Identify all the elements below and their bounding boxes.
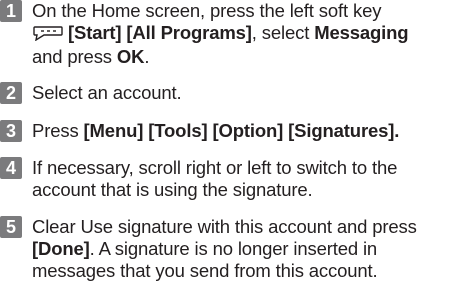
step-1-text-e: and press bbox=[32, 46, 117, 67]
step-4-text-b: account that is using the signature. bbox=[32, 179, 313, 200]
step-text: Select an account. bbox=[32, 82, 460, 104]
step-5-text-a: Clear Use signature with this account an… bbox=[32, 216, 417, 237]
step-3-text-a: Press bbox=[32, 120, 84, 141]
step-number-badge: 4 bbox=[0, 157, 22, 179]
step-text: If necessary, scroll right or left to sw… bbox=[32, 157, 460, 201]
step-text: Press [Menu] [Tools] [Option] [Signature… bbox=[32, 120, 460, 142]
step-1-text-d: Messaging bbox=[314, 22, 409, 43]
step-number-badge: 3 bbox=[0, 120, 22, 142]
step-1-text-b: [Start] [All Programs] bbox=[68, 22, 252, 43]
step-5-text-b: [Done] bbox=[32, 238, 90, 259]
step-text: Clear Use signature with this account an… bbox=[32, 216, 460, 282]
step-1-text-g: . bbox=[144, 46, 150, 67]
step-3-text-b: [Menu] [Tools] [Option] [Signatures]. bbox=[83, 120, 400, 141]
step-number-badge: 1 bbox=[0, 0, 22, 22]
step-5-text-c: . A signature is no longer inserted in bbox=[89, 238, 378, 259]
step-number-badge: 5 bbox=[0, 216, 22, 238]
step-text: On the Home screen, press the left soft … bbox=[32, 0, 460, 68]
step-1-text-a: On the Home screen, press the left soft … bbox=[32, 0, 382, 21]
step-number-badge: 2 bbox=[0, 82, 22, 104]
step-1-text-f: OK bbox=[116, 46, 145, 67]
step-4-text-a: If necessary, scroll right or left to sw… bbox=[32, 157, 398, 178]
step-2-text-a: Select an account. bbox=[32, 82, 182, 103]
step-1-text-c: , select bbox=[251, 22, 315, 43]
step-5-text-d: messages that you send from this account… bbox=[32, 260, 378, 281]
left-soft-key-icon bbox=[32, 24, 64, 46]
